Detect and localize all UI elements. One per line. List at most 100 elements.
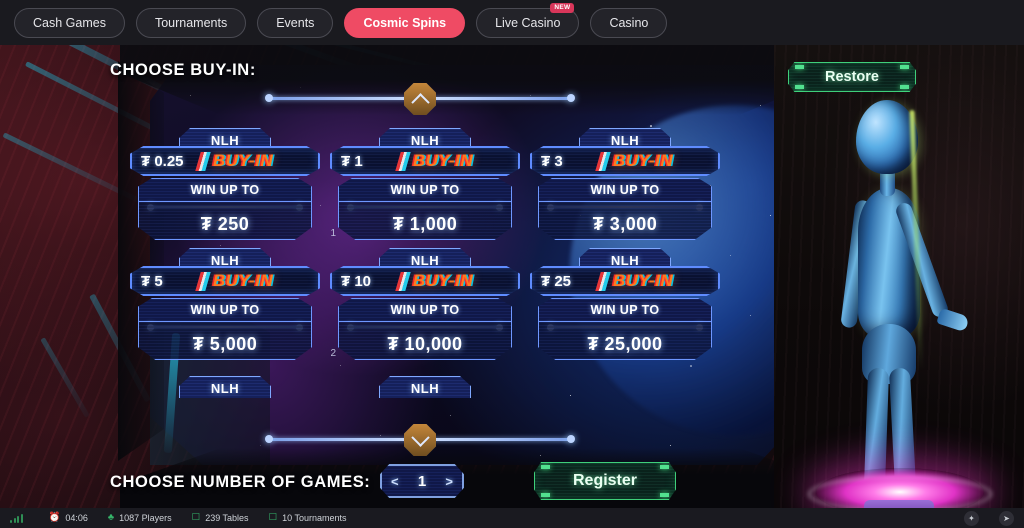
status-tables: ☐ 239 Tables <box>192 513 249 523</box>
corner-accent <box>541 493 550 497</box>
scroll-down-button[interactable] <box>404 424 436 456</box>
corner-accent <box>795 85 804 89</box>
clock-icon: ⏰ <box>49 513 61 523</box>
card-buyin-label: BUY-IN <box>413 271 473 291</box>
card-variant-label: NLH <box>179 376 271 398</box>
register-button-label: Register <box>573 472 637 490</box>
nav-item-cash-games[interactable]: Cash Games <box>14 8 125 38</box>
buyin-card-grid-partial-row: NLH NLH <box>130 376 730 398</box>
corner-accent <box>541 465 550 469</box>
status-time-value: 04:06 <box>65 513 88 523</box>
card-price: ₮ 10 <box>341 273 393 290</box>
glitch-slash-icon <box>595 152 610 171</box>
status-tournaments: ☐ 10 Tournaments <box>269 513 347 523</box>
card-win-label: WIN UP TO <box>338 178 512 202</box>
rail-endpoint-dot <box>567 94 575 102</box>
buyin-card[interactable]: NLH ₮ 0.25 BUY-IN WIN UP TO ₮ 250 1 <box>130 128 320 246</box>
scroll-rail-top <box>265 85 575 111</box>
corner-accent <box>660 493 669 497</box>
status-tables-value: 239 Tables <box>205 513 248 523</box>
nav-item-label: Tournaments <box>155 16 227 30</box>
stepper-increment-button[interactable]: > <box>445 474 453 489</box>
card-price: ₮ 25 <box>541 273 593 290</box>
table-icon: ☐ <box>192 513 201 523</box>
status-players-value: 1087 Players <box>119 513 172 523</box>
corner-accent <box>900 65 909 69</box>
card-buyin-bar: ₮ 25 BUY-IN <box>530 266 720 296</box>
games-count-stepper[interactable]: < 1 > <box>380 464 464 498</box>
nav-item-casino[interactable]: Casino <box>590 8 667 38</box>
buyin-card-partial[interactable]: NLH <box>330 376 520 398</box>
signal-icon <box>10 514 23 523</box>
card-buyin-bar: ₮ 1 BUY-IN <box>330 146 520 176</box>
glitch-slash-icon <box>595 272 610 291</box>
restore-button[interactable]: Restore <box>788 62 916 92</box>
card-win-amount: ₮ 25,000 <box>538 322 712 360</box>
card-buyin-label: BUY-IN <box>613 271 673 291</box>
nav-item-live-casino[interactable]: Live Casino NEW <box>476 8 579 38</box>
alien-character <box>798 100 988 500</box>
restore-button-label: Restore <box>825 69 879 85</box>
star <box>650 125 652 127</box>
buyin-card-partial[interactable]: NLH <box>130 376 320 398</box>
nav-item-label: Casino <box>609 16 648 30</box>
status-tournaments-value: 10 Tournaments <box>282 513 346 523</box>
nav-item-cosmic-spins[interactable]: Cosmic Spins <box>344 8 465 38</box>
card-buyin-bar: ₮ 10 BUY-IN <box>330 266 520 296</box>
card-win-amount: ₮ 5,000 <box>138 322 312 360</box>
register-button[interactable]: Register <box>534 462 676 500</box>
glitch-slash-icon <box>195 152 210 171</box>
star <box>770 215 771 216</box>
card-buyin-bar: ₮ 5 BUY-IN <box>130 266 320 296</box>
status-bar: ⏰ 04:06 ♣ 1087 Players ☐ 239 Tables ☐ 10… <box>0 508 1024 528</box>
new-badge: NEW <box>550 3 574 13</box>
trophy-icon: ☐ <box>269 513 278 523</box>
card-buyin-label: BUY-IN <box>213 271 273 291</box>
glitch-slash-icon <box>195 272 210 291</box>
status-players: ♣ 1087 Players <box>108 513 172 523</box>
nav-item-label: Cash Games <box>33 16 106 30</box>
corner-accent <box>795 65 804 69</box>
corner-accent <box>900 85 909 89</box>
card-price: ₮ 1 <box>341 153 393 170</box>
hover-pad-base <box>864 500 934 508</box>
scroll-rail-bottom <box>265 426 575 452</box>
nav-item-label: Events <box>276 16 314 30</box>
chevron-up-icon <box>411 93 429 111</box>
card-win-amount: ₮ 250 <box>138 202 312 240</box>
card-win-amount: ₮ 3,000 <box>538 202 712 240</box>
glitch-slash-icon <box>395 152 410 171</box>
card-win-label: WIN UP TO <box>138 178 312 202</box>
card-win-label: WIN UP TO <box>138 298 312 322</box>
rail-endpoint-dot <box>265 435 273 443</box>
buyin-card[interactable]: NLH ₮ 25 BUY-IN WIN UP TO ₮ 25,000 <box>530 248 720 366</box>
nav-item-tournaments[interactable]: Tournaments <box>136 8 246 38</box>
page-title-games: CHOOSE NUMBER OF GAMES: <box>110 473 370 492</box>
card-win-amount: ₮ 1,000 <box>338 202 512 240</box>
card-buyin-label: BUY-IN <box>613 151 673 171</box>
twitter-icon[interactable]: ✦ <box>964 511 979 526</box>
card-buyin-label: BUY-IN <box>213 151 273 171</box>
nav-item-label: Live Casino <box>495 16 560 30</box>
glitch-slash-icon <box>395 272 410 291</box>
nav-item-events[interactable]: Events <box>257 8 333 38</box>
stepper-decrement-button[interactable]: < <box>391 474 399 489</box>
scroll-up-button[interactable] <box>404 83 436 115</box>
star <box>730 255 731 256</box>
buyin-card[interactable]: NLH ₮ 1 BUY-IN WIN UP TO ₮ 1,000 <box>330 128 520 246</box>
main-navigation: Cash Games Tournaments Events Cosmic Spins L… <box>0 0 1024 45</box>
nav-item-label: Cosmic Spins <box>363 16 446 30</box>
telegram-icon[interactable]: ➤ <box>999 511 1014 526</box>
card-win-label: WIN UP TO <box>338 298 512 322</box>
rail-endpoint-dot <box>567 435 575 443</box>
card-buyin-label: BUY-IN <box>413 151 473 171</box>
buyin-card[interactable]: NLH ₮ 10 BUY-IN WIN UP TO ₮ 10,000 <box>330 248 520 366</box>
corner-accent <box>660 465 669 469</box>
card-win-label: WIN UP TO <box>538 178 712 202</box>
user-icon: ♣ <box>108 513 114 523</box>
buyin-card[interactable]: NLH ₮ 5 BUY-IN WIN UP TO ₮ 5,000 2 <box>130 248 320 366</box>
card-buyin-bar: ₮ 0.25 BUY-IN <box>130 146 320 176</box>
star <box>750 315 751 316</box>
card-price: ₮ 5 <box>141 273 193 290</box>
buyin-card[interactable]: NLH ₮ 3 BUY-IN WIN UP TO ₮ 3,000 <box>530 128 720 246</box>
